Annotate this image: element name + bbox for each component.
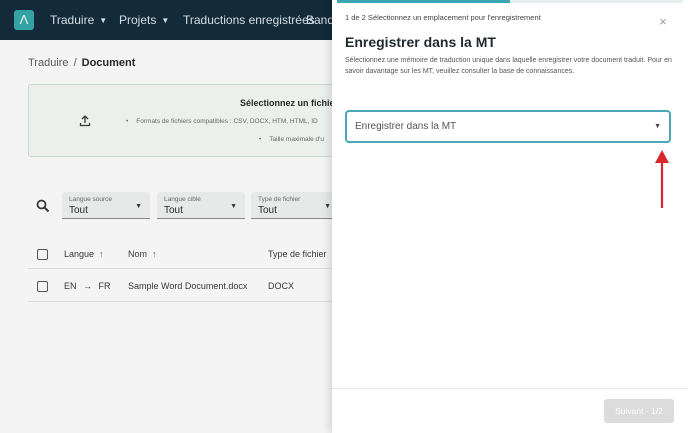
step-label: 1 de 2 Sélectionnez un emplacement pour … [345, 13, 541, 22]
annotation-arrow-icon [655, 150, 669, 208]
panel-title: Enregistrer dans la MT [345, 34, 496, 50]
modal-backdrop[interactable] [0, 0, 332, 433]
step-progress-fill [337, 0, 510, 3]
step-progress-bar [337, 0, 683, 3]
panel-description: Sélectionnez une mémoire de traduction u… [345, 57, 672, 75]
tm-select-value: Enregistrer dans la MT [355, 121, 457, 132]
next-button[interactable]: Suivant · 1/2 [604, 399, 674, 423]
caret-down-icon: ▼ [654, 123, 661, 130]
close-icon[interactable]: × [656, 15, 670, 29]
footer-divider [332, 388, 688, 389]
tm-select-dropdown[interactable]: Enregistrer dans la MT ▼ [345, 110, 671, 143]
save-to-tm-panel: 1 de 2 Sélectionnez un emplacement pour … [332, 0, 688, 433]
